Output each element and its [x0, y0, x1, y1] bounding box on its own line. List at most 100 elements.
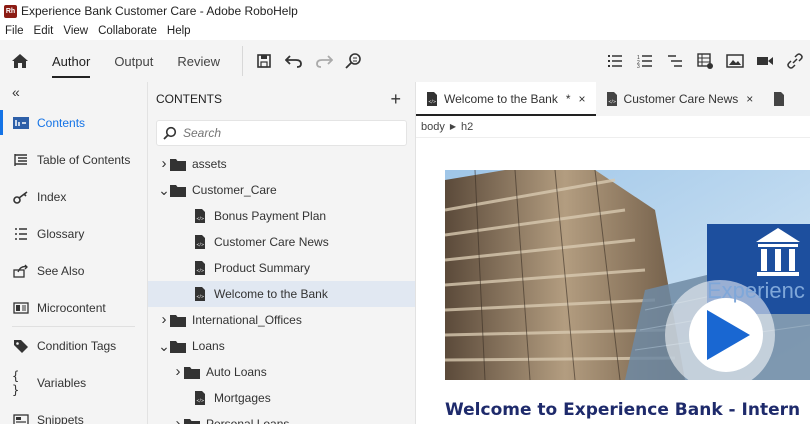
insert-video-button[interactable] — [750, 46, 780, 76]
collapse-panel-button[interactable]: « — [0, 82, 147, 104]
save-button[interactable] — [249, 46, 279, 76]
undo-button[interactable] — [279, 46, 309, 76]
chevron-right-icon[interactable]: › — [172, 416, 184, 424]
menu-help[interactable]: Help — [167, 25, 191, 37]
svg-text:</>: </> — [196, 294, 204, 299]
tree-item-label: Customer_Care — [192, 183, 277, 197]
tree-item-label: Bonus Payment Plan — [214, 209, 327, 223]
chevron-right-icon[interactable]: › — [158, 312, 170, 327]
svg-text:</>: </> — [428, 99, 436, 104]
chevron-right-icon[interactable]: › — [172, 364, 184, 379]
folder-icon — [170, 313, 186, 327]
tree-item-label: Product Summary — [214, 261, 311, 275]
nav-item-microcontent[interactable]: Microcontent — [0, 289, 147, 326]
tab-overflow[interactable] — [763, 82, 801, 116]
breadcrumb-h2[interactable]: h2 — [461, 121, 473, 133]
tree-folder[interactable]: › International_Offices — [148, 307, 415, 333]
tree-file[interactable]: </> Bonus Payment Plan — [148, 203, 415, 229]
tree-item-label: Mortgages — [214, 391, 271, 405]
bulleted-list-button[interactable] — [600, 46, 630, 76]
tab-label: Customer Care News — [623, 92, 739, 106]
editor-pane: </> Welcome to the Bank * × </> Customer… — [416, 82, 810, 424]
chevron-right-icon[interactable]: › — [158, 156, 170, 171]
tree-folder[interactable]: ⌄ Loans — [148, 333, 415, 359]
nav-item-index[interactable]: Index — [0, 178, 147, 215]
contents-header: CONTENTS + — [148, 82, 415, 116]
menu-edit[interactable]: Edit — [34, 25, 54, 37]
tree-folder[interactable]: › Personal Loans — [148, 411, 415, 424]
mode-tab-output[interactable]: Output — [114, 40, 153, 82]
tree-item-label: assets — [192, 157, 227, 171]
contents-search-input[interactable] — [183, 126, 383, 140]
tree-folder[interactable]: › Auto Loans — [148, 359, 415, 385]
see-also-icon — [12, 262, 30, 280]
tab-customer-care-news[interactable]: </> Customer Care News × — [596, 82, 764, 116]
mode-tab-author[interactable]: Author — [52, 40, 91, 82]
chevron-down-icon[interactable]: ⌄ — [158, 339, 170, 353]
topic-file-icon: </> — [192, 235, 208, 249]
search-icon — [163, 126, 177, 140]
mode-tab-review[interactable]: Review — [177, 40, 220, 82]
microcontent-icon — [12, 299, 30, 317]
tree-item-label: International_Offices — [192, 313, 302, 327]
menu-file[interactable]: File — [5, 25, 24, 37]
tree-item-label: Personal Loans — [206, 417, 290, 424]
menu-collaborate[interactable]: Collaborate — [98, 25, 157, 37]
toolbar-divider — [241, 46, 243, 76]
add-content-button[interactable]: + — [390, 89, 401, 110]
find-replace-icon — [345, 53, 361, 69]
redo-button[interactable] — [309, 46, 339, 76]
topic-file-icon: </> — [192, 261, 208, 275]
tree-file[interactable]: </> Mortgages — [148, 385, 415, 411]
tree-file[interactable]: </> Product Summary — [148, 255, 415, 281]
nav-item-table-of-contents[interactable]: Table of Contents — [0, 141, 147, 178]
numbered-list-button[interactable]: 123 — [630, 46, 660, 76]
folder-icon — [184, 365, 200, 379]
menu-view[interactable]: View — [63, 25, 88, 37]
video-camera-icon — [757, 57, 773, 65]
tab-welcome-to-the-bank[interactable]: </> Welcome to the Bank * × — [416, 82, 596, 116]
main-toolbar: Author Output Review 123 — [0, 40, 810, 82]
insert-toolbar: 123 — [600, 40, 810, 82]
close-tab-button[interactable]: × — [579, 92, 586, 106]
insert-table-button[interactable] — [690, 46, 720, 76]
folder-icon — [184, 417, 200, 424]
page-heading[interactable]: Welcome to Experience Bank - Intern — [445, 400, 800, 420]
tree-item-label: Customer Care News — [214, 235, 329, 249]
close-tab-button[interactable]: × — [746, 92, 753, 106]
undo-icon — [284, 55, 302, 68]
nav-label-condition-tags: Condition Tags — [37, 338, 117, 353]
html-document-icon: </> — [606, 92, 617, 106]
nav-item-snippets[interactable]: Snippets — [0, 401, 147, 424]
window-title: Experience Bank Customer Care - Adobe Ro… — [21, 4, 298, 18]
svg-text:</>: </> — [196, 398, 204, 403]
document-canvas[interactable]: Experienc Welcome to Experience Bank - I… — [416, 138, 810, 424]
nav-item-variables[interactable]: { } Variables — [0, 364, 147, 401]
tree-item-label: Welcome to the Bank — [214, 287, 328, 301]
nav-item-see-also[interactable]: See Also — [0, 252, 147, 289]
nav-item-glossary[interactable]: Glossary — [0, 215, 147, 252]
home-button[interactable] — [0, 40, 40, 82]
tree-folder[interactable]: ⌄ Customer_Care — [148, 177, 415, 203]
insert-image-button[interactable] — [720, 46, 750, 76]
nav-item-condition-tags[interactable]: Condition Tags — [0, 327, 147, 364]
nav-label-index: Index — [37, 189, 67, 204]
tree-file[interactable]: </> Welcome to the Bank — [148, 281, 415, 307]
hero-image[interactable]: Experienc — [445, 170, 810, 380]
html-document-icon: </> — [427, 92, 437, 106]
find-replace-button[interactable] — [339, 46, 369, 76]
nav-label-snippets: Snippets — [37, 412, 84, 424]
contents-panel-title: CONTENTS — [156, 92, 222, 106]
chevron-down-icon[interactable]: ⌄ — [158, 183, 170, 197]
index-key-icon — [12, 188, 30, 206]
tree-file[interactable]: </> Customer Care News — [148, 229, 415, 255]
variables-icon: { } — [12, 368, 20, 397]
svg-text:3: 3 — [637, 64, 640, 68]
breadcrumb-body[interactable]: body — [421, 121, 445, 133]
contents-search-box[interactable] — [156, 120, 407, 146]
nav-item-contents[interactable]: Contents — [0, 104, 147, 141]
folder-icon — [170, 183, 186, 197]
multilevel-list-button[interactable] — [660, 46, 690, 76]
tree-folder[interactable]: › assets — [148, 151, 415, 177]
insert-link-button[interactable] — [780, 46, 810, 76]
